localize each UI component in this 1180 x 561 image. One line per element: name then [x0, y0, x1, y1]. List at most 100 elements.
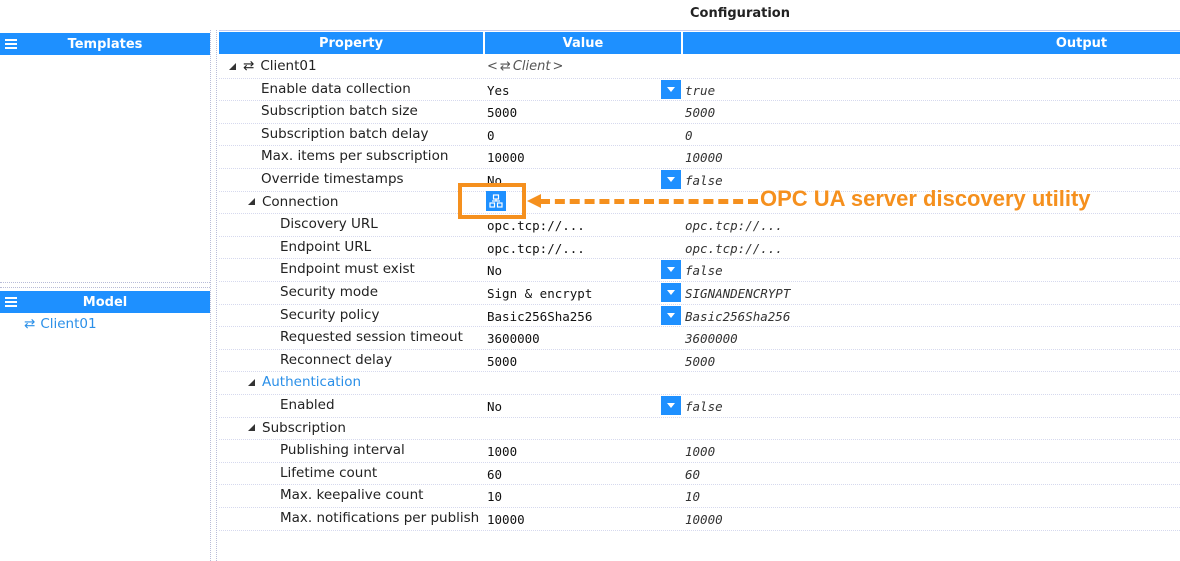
- property-label: Reconnect delay: [280, 351, 393, 368]
- value-cell[interactable]: Yes: [487, 83, 510, 98]
- dropdown-button[interactable]: [661, 283, 681, 302]
- column-header-output[interactable]: Output: [683, 32, 1180, 54]
- property-label: Subscription batch delay: [261, 125, 429, 142]
- property-row[interactable]: Security policy Basic256Sha256 Basic256Sha…: [219, 305, 1180, 328]
- collapse-triangle-icon[interactable]: [248, 198, 255, 206]
- chevron-down-icon: [667, 177, 675, 182]
- property-label[interactable]: Authentication: [262, 374, 361, 390]
- property-row[interactable]: Max. notifications per publish 10000 10000: [219, 508, 1180, 531]
- value-cell[interactable]: 0: [487, 128, 495, 143]
- property-row[interactable]: Subscription batch delay 0 0: [219, 124, 1180, 147]
- output-cell: 10000: [685, 150, 723, 166]
- horizontal-splitter[interactable]: [0, 282, 210, 288]
- output-cell: true: [685, 82, 716, 98]
- property-cell: Authentication: [248, 374, 361, 390]
- collapse-triangle-icon[interactable]: [229, 62, 236, 70]
- property-row[interactable]: Lifetime count 60 60: [219, 463, 1180, 486]
- value-cell[interactable]: 1000: [487, 444, 517, 459]
- property-row[interactable]: Endpoint must exist No false: [219, 259, 1180, 282]
- output-cell: 5000: [685, 105, 716, 121]
- property-row[interactable]: Subscription batch size 5000 5000: [219, 101, 1180, 124]
- dropdown-button[interactable]: [661, 79, 681, 99]
- property-label: Max. items per subscription: [261, 148, 449, 165]
- hamburger-icon[interactable]: [5, 39, 17, 49]
- templates-panel-header: Templates: [0, 33, 210, 55]
- property-cell: Max. keepalive count: [280, 487, 423, 503]
- property-row[interactable]: Discovery URL opc.tcp://... opc.tcp://...: [219, 214, 1180, 237]
- property-row[interactable]: Max. items per subscription 10000 10000: [219, 146, 1180, 169]
- grid-border: [219, 30, 1180, 31]
- property-cell: Publishing interval: [280, 442, 405, 458]
- root-label: Client01: [260, 58, 317, 74]
- chevron-down-icon: [667, 312, 675, 318]
- value-cell[interactable]: 60: [487, 467, 502, 482]
- output-cell: 10: [685, 489, 701, 505]
- group-row[interactable]: Subscription: [219, 418, 1180, 441]
- value-cell[interactable]: No: [487, 399, 502, 414]
- value-cell[interactable]: 10: [487, 489, 502, 504]
- property-row[interactable]: Reconnect delay 5000 5000: [219, 350, 1180, 373]
- value-cell[interactable]: Sign & encrypt: [487, 286, 592, 301]
- property-cell: Subscription batch size: [261, 103, 418, 119]
- property-cell: Max. items per subscription: [261, 148, 448, 164]
- model-panel-header: Model: [0, 291, 210, 313]
- property-row[interactable]: Publishing interval 1000 1000: [219, 440, 1180, 463]
- property-row[interactable]: Requested session timeout 3600000 3600000: [219, 327, 1180, 350]
- client-exchange-icon: ⇄: [24, 316, 36, 332]
- property-cell: Enable data collection: [261, 81, 411, 97]
- discovery-button[interactable]: [486, 191, 506, 211]
- property-label: Max. notifications per publish: [280, 510, 480, 526]
- output-cell: false: [685, 263, 723, 279]
- output-cell: 5000: [685, 353, 716, 369]
- value-cell[interactable]: 10000: [487, 150, 525, 165]
- network-discovery-icon: [489, 194, 503, 208]
- chevron-down-icon: [667, 290, 675, 295]
- collapse-triangle-icon[interactable]: [248, 378, 255, 386]
- property-row[interactable]: Enabled No false: [219, 395, 1180, 418]
- value-cell[interactable]: No: [487, 263, 502, 278]
- group-row[interactable]: Authentication: [219, 372, 1180, 395]
- tree-root-row[interactable]: ⇄ Client01 < ⇄ Client >: [219, 56, 1180, 79]
- output-cell: opc.tcp://...: [685, 218, 783, 234]
- dropdown-button[interactable]: [661, 260, 681, 280]
- property-row[interactable]: Enable data collection Yes true: [219, 79, 1180, 102]
- dropdown-button[interactable]: [661, 170, 681, 189]
- property-label: Discovery URL: [280, 216, 378, 233]
- output-cell: 3600000: [685, 331, 738, 347]
- property-row[interactable]: Max. keepalive count 10 10: [219, 485, 1180, 508]
- value-cell[interactable]: 5000: [487, 354, 517, 369]
- value-cell[interactable]: Basic256Sha256: [487, 309, 592, 324]
- dropdown-button[interactable]: [661, 305, 681, 325]
- templates-title: Templates: [67, 36, 143, 52]
- hamburger-icon[interactable]: [5, 297, 17, 307]
- property-cell: Security mode: [280, 284, 378, 300]
- property-cell: Reconnect delay: [280, 352, 392, 368]
- client-exchange-icon: ⇄: [499, 59, 511, 74]
- value-cell[interactable]: opc.tcp://...: [487, 241, 585, 256]
- column-header-property[interactable]: Property: [219, 32, 483, 54]
- property-row[interactable]: Endpoint URL opc.tcp://... opc.tcp://...: [219, 237, 1180, 260]
- property-cell: Subscription batch delay: [261, 126, 428, 142]
- value-cell[interactable]: 5000: [487, 105, 517, 120]
- model-item-client01[interactable]: ⇄ Client01: [24, 316, 97, 332]
- column-header-value[interactable]: Value: [485, 32, 681, 54]
- value-cell[interactable]: opc.tcp://...: [487, 218, 585, 233]
- property-label: Connection: [262, 193, 339, 210]
- property-label: Override timestamps: [261, 171, 404, 187]
- property-label: Requested session timeout: [280, 329, 463, 346]
- property-label: Enable data collection: [261, 80, 411, 97]
- vertical-splitter[interactable]: [210, 30, 217, 561]
- chevron-down-icon: [667, 267, 675, 273]
- dropdown-button[interactable]: [661, 396, 681, 415]
- model-title: Model: [82, 294, 128, 310]
- value-cell[interactable]: 3600000: [487, 331, 540, 346]
- chevron-down-icon: [667, 86, 675, 92]
- property-cell: Enabled: [280, 397, 335, 413]
- root-type-label: Client: [512, 59, 551, 74]
- property-row[interactable]: Security mode Sign & encrypt SIGNANDENCRYP…: [219, 282, 1180, 305]
- property-cell: Connection: [248, 194, 338, 210]
- value-cell[interactable]: 10000: [487, 512, 525, 527]
- collapse-triangle-icon[interactable]: [248, 424, 255, 432]
- output-cell: Basic256Sha256: [685, 308, 791, 324]
- property-label: Subscription batch size: [261, 103, 418, 120]
